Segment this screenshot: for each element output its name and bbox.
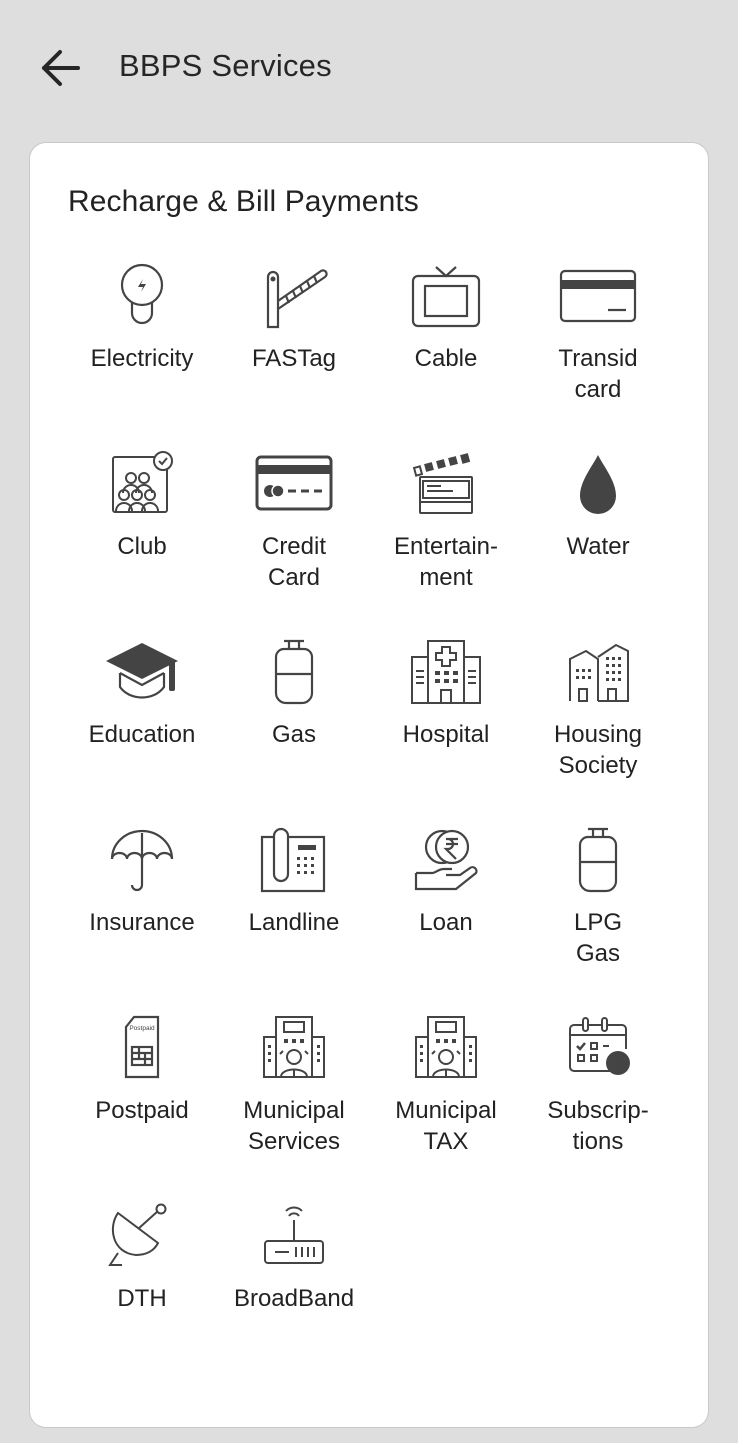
service-water[interactable]: Water (522, 449, 674, 637)
service-loan[interactable]: Loan (370, 825, 522, 1013)
service-education[interactable]: Education (66, 637, 218, 825)
service-credit-card[interactable]: Credit Card (218, 449, 370, 637)
service-hospital[interactable]: Hospital (370, 637, 522, 825)
buildings-icon (558, 637, 638, 707)
service-label: BroadBand (233, 1285, 355, 1312)
service-label: Gas (271, 721, 316, 748)
satellite-dish-icon (102, 1201, 182, 1271)
service-label: Housing Society (553, 721, 643, 779)
service-fastag[interactable]: FASTag (218, 261, 370, 449)
router-icon (254, 1201, 334, 1271)
toll-barrier-icon (254, 261, 334, 331)
water-drop-icon (558, 449, 638, 519)
sim-label: Postpaid (129, 1025, 155, 1032)
service-label: Credit Card (261, 533, 327, 591)
service-label: DTH (117, 1285, 167, 1312)
services-grid: Electricity FASTag Cable Transid card Cl… (66, 261, 674, 1389)
clapperboard-icon (406, 449, 486, 519)
graduation-cap-icon (102, 637, 182, 707)
service-dth[interactable]: DTH (66, 1201, 218, 1389)
club-group-icon (102, 449, 182, 519)
arrow-left-icon (42, 50, 80, 86)
service-label: Electricity (90, 345, 194, 372)
service-label: Municipal Services (243, 1097, 345, 1155)
umbrella-icon (102, 825, 182, 895)
service-label: Subscrip- tions (547, 1097, 649, 1155)
service-entertainment[interactable]: Entertain- ment (370, 449, 522, 637)
service-cable[interactable]: Cable (370, 261, 522, 449)
postpaid-sim-icon: Postpaid (102, 1013, 182, 1083)
service-municipal-services[interactable]: Municipal Services (218, 1013, 370, 1201)
service-label: Transid card (558, 345, 638, 403)
service-label: Landline (248, 909, 340, 936)
service-label: Municipal TAX (395, 1097, 497, 1155)
service-housing-society[interactable]: Housing Society (522, 637, 674, 825)
service-electricity[interactable]: Electricity (66, 261, 218, 449)
card-icon (558, 261, 638, 331)
service-label: Hospital (402, 721, 490, 748)
hospital-icon (406, 637, 486, 707)
service-label: Water (566, 533, 630, 560)
lpg-cylinder-icon (558, 825, 638, 895)
service-subscriptions[interactable]: Subscrip- tions (522, 1013, 674, 1201)
municipal-building-icon (254, 1013, 334, 1083)
service-municipal-tax[interactable]: Municipal TAX (370, 1013, 522, 1201)
calendar-subscription-icon (558, 1013, 638, 1083)
rupee-hand-icon (406, 825, 486, 895)
service-label: Postpaid (95, 1097, 189, 1124)
services-card: Recharge & Bill Payments Electricity FAS… (30, 143, 708, 1427)
service-label: Loan (419, 909, 473, 936)
gas-cylinder-icon (254, 637, 334, 707)
app-header: BBPS Services (0, 0, 738, 135)
credit-card-icon (254, 449, 334, 519)
service-broadband[interactable]: BroadBand (218, 1201, 370, 1389)
tv-icon (406, 261, 486, 331)
telephone-icon (254, 825, 334, 895)
service-gas[interactable]: Gas (218, 637, 370, 825)
service-label: Entertain- ment (393, 533, 499, 591)
service-label: FASTag (251, 345, 337, 372)
service-insurance[interactable]: Insurance (66, 825, 218, 1013)
service-label: Cable (414, 345, 478, 372)
section-title: Recharge & Bill Payments (68, 185, 419, 218)
service-label: LPG Gas (573, 909, 623, 967)
service-label: Education (88, 721, 196, 748)
service-label: Insurance (89, 909, 195, 936)
service-lpg-gas[interactable]: LPG Gas (522, 825, 674, 1013)
bulb-icon (102, 261, 182, 331)
service-club[interactable]: Club (66, 449, 218, 637)
service-postpaid[interactable]: Postpaid Postpaid (66, 1013, 218, 1201)
back-button[interactable] (34, 44, 86, 92)
service-transid-card[interactable]: Transid card (522, 261, 674, 449)
municipal-tax-icon (406, 1013, 486, 1083)
service-label: Club (117, 533, 167, 560)
page-title: BBPS Services (119, 48, 332, 83)
service-landline[interactable]: Landline (218, 825, 370, 1013)
